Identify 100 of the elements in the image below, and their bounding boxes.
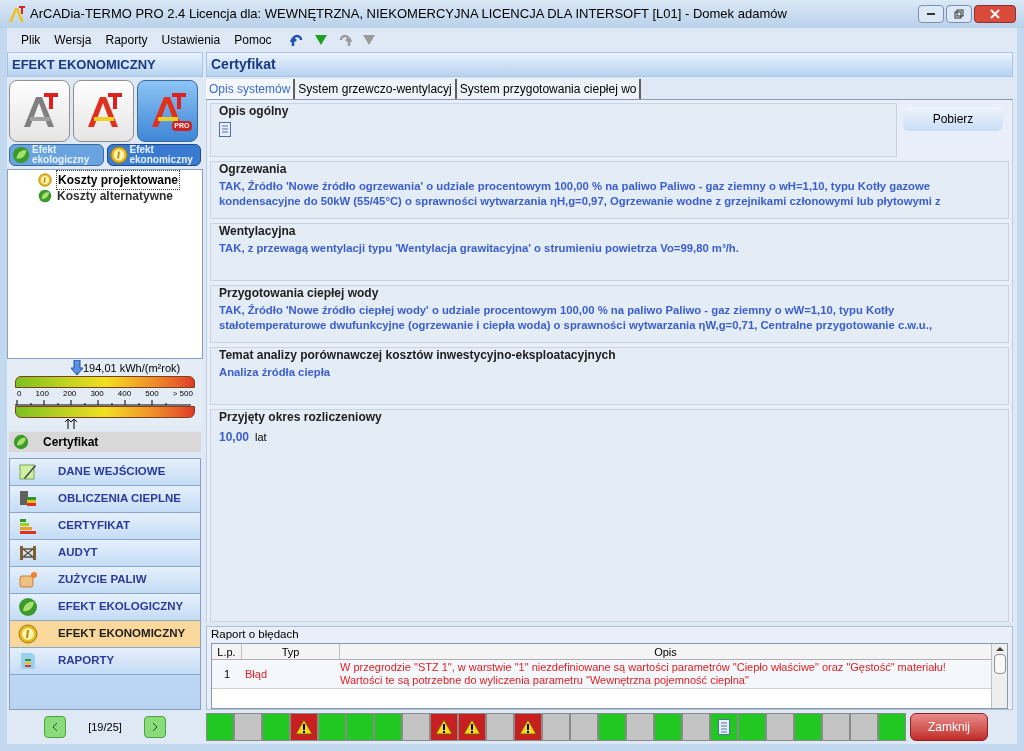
menu-item[interactable]: Pomoc	[234, 31, 272, 49]
group-title: Ogrzewania	[219, 162, 288, 176]
scrollbar[interactable]	[991, 644, 1007, 708]
menu-item[interactable]: Wersja	[54, 31, 92, 49]
nav-item[interactable]: DANE WEJŚCIOWE	[10, 459, 200, 486]
next-button[interactable]	[143, 716, 166, 738]
status-cell[interactable]	[654, 713, 682, 741]
group-title: Przygotowania ciepłej wody	[219, 286, 380, 300]
status-cell[interactable]	[374, 713, 402, 741]
status-cell[interactable]	[430, 713, 458, 741]
leaf-icon	[13, 434, 29, 450]
fetch-button[interactable]: Pobierz	[903, 107, 1003, 131]
group-text: TAK, Źródło 'Nowe źródło ciepłej wody' o udziale procentowym 100,00 % na paliwo Paliwo - gaz ziemny o wW=1,10, typu Kotły stałotemperaturowe dwufunkcyjne (ogrzewanie i ciepła woda) o sprawności wytwarzania ηW,g=0,71, Centralne przygotowanie c.w.u.,	[219, 303, 934, 333]
table-cell-text: Błąd	[244, 666, 269, 682]
scroll-up-icon[interactable]	[995, 644, 1004, 654]
panel-header: Certyfikat	[206, 52, 1013, 77]
status-cell[interactable]	[878, 713, 906, 741]
scale-label: 0	[17, 388, 22, 400]
status-cell[interactable]	[794, 713, 822, 741]
energy-bars-icon	[18, 516, 38, 536]
fence-icon	[18, 543, 38, 563]
tab[interactable]: System grzewczo-wentylacyj	[295, 79, 457, 99]
scroll-thumb[interactable]	[993, 654, 1006, 674]
nav-item[interactable]: CERTYFIKAT	[10, 513, 200, 540]
scale-label: 400	[117, 388, 132, 400]
close-button[interactable]	[974, 5, 1016, 23]
group-title: Opis ogólny	[219, 104, 290, 118]
status-cell[interactable]	[598, 713, 626, 741]
tree-item[interactable]: Koszty projektowane	[56, 170, 181, 190]
pen-icon	[18, 462, 38, 482]
undo-icon[interactable]	[289, 33, 304, 47]
chevron-left-icon	[51, 722, 60, 732]
document-icon	[219, 122, 231, 137]
menu-item[interactable]: Plik	[21, 31, 41, 49]
report-icon	[18, 651, 38, 671]
sidebar-header: EFEKT EKONOMICZNY	[7, 52, 203, 77]
logo-button[interactable]	[9, 80, 70, 142]
status-cell[interactable]	[682, 713, 710, 741]
page-counter: [19/25]	[88, 719, 122, 735]
warning-icon	[295, 719, 313, 735]
leaf-icon	[12, 146, 30, 164]
leaf-icon	[18, 597, 38, 617]
warning-icon	[435, 719, 453, 735]
status-cell[interactable]	[514, 713, 542, 741]
logo-button[interactable]	[73, 80, 134, 142]
maximize-button[interactable]	[946, 5, 972, 23]
group-text: Analiza źródła ciepła	[219, 365, 332, 380]
chevron-right-icon	[150, 722, 159, 732]
tab[interactable]: System przygotowania ciepłej wo	[456, 79, 642, 99]
tab[interactable]: Opis systemów	[206, 79, 296, 99]
document-icon	[718, 719, 730, 735]
status-cell[interactable]	[346, 713, 374, 741]
status-cell[interactable]	[738, 713, 766, 741]
menu-item[interactable]: Raporty	[105, 31, 148, 49]
previous-button[interactable]	[44, 716, 67, 738]
scale-label: 200	[62, 388, 77, 400]
close-dialog-button[interactable]: Zamknij	[910, 713, 988, 741]
app-logo-icon	[8, 5, 26, 23]
column-header: Opis	[653, 645, 678, 659]
energy-reading: 194,01 kWh/(m²rok)	[83, 361, 181, 376]
status-cell[interactable]	[206, 713, 234, 741]
status-cell[interactable]	[486, 713, 514, 741]
status-cell[interactable]	[766, 713, 794, 741]
status-cell[interactable]	[458, 713, 486, 741]
table-cell-text: 1	[222, 666, 232, 682]
minimize-button[interactable]	[918, 5, 944, 23]
nav-item[interactable]: OBLICZENIA CIEPLNE	[10, 486, 200, 513]
status-cell[interactable]	[822, 713, 850, 741]
nav-item[interactable]: EFEKT EKONOMICZNY	[10, 621, 200, 648]
toggle-button[interactable]: Efekt ekonomiczny	[106, 144, 201, 166]
status-cell[interactable]	[850, 713, 878, 741]
status-cell[interactable]	[290, 713, 318, 741]
down-triangle-icon[interactable]	[313, 33, 328, 47]
status-cell[interactable]	[234, 713, 262, 741]
nav-item[interactable]: EFEKT EKOLOGICZNY	[10, 594, 200, 621]
nav-item[interactable]: AUDYT	[10, 540, 200, 567]
column-header: Typ	[242, 644, 340, 659]
column-header: L.p.	[212, 644, 242, 659]
group-text: TAK, z przewagą wentylacji typu 'Wentylacja grawitacyjna' o strumieniu powietrza Vo=99,80 m³/h.	[219, 241, 740, 256]
status-cell[interactable]	[262, 713, 290, 741]
group-text: TAK, Źródło 'Nowe źródło ogrzewania' o udziale procentowym 100,00 % na paliwo Paliwo - gaz ziemny o wH=1,10, typu Kotły gazowe kondensacyjne do 50kW (55/45°C) o sprawności wytwarzania ηH,g=0,97, Ogrzewanie wodne z grzejnikami członowymi lub płytowymi z	[219, 179, 942, 209]
section-title: Certyfikat	[43, 434, 99, 451]
menu-item[interactable]: Ustawienia	[161, 31, 221, 49]
status-cell[interactable]	[710, 713, 738, 741]
status-cell[interactable]	[542, 713, 570, 741]
group-title: Temat analizy porównawczej kosztów inwestycyjno-eksploatacyjnych	[219, 348, 617, 362]
energy-bars-icon	[18, 489, 38, 509]
scale-label: 500	[145, 388, 159, 400]
status-cell[interactable]	[318, 713, 346, 741]
status-cell[interactable]	[626, 713, 654, 741]
group-title: Wentylacyjna	[219, 224, 297, 238]
double-arrow-icon	[65, 418, 77, 429]
scale-label: > 500	[172, 388, 193, 400]
folder-icon	[18, 570, 38, 590]
tree-item[interactable]: Koszty alternatywne	[56, 187, 175, 205]
warning-icon	[519, 719, 537, 735]
status-cell[interactable]	[570, 713, 598, 741]
nav-item[interactable]: ZUŻYCIE PALIW	[10, 567, 200, 594]
status-cell[interactable]	[402, 713, 430, 741]
nav-item[interactable]: RAPORTY	[10, 648, 200, 675]
